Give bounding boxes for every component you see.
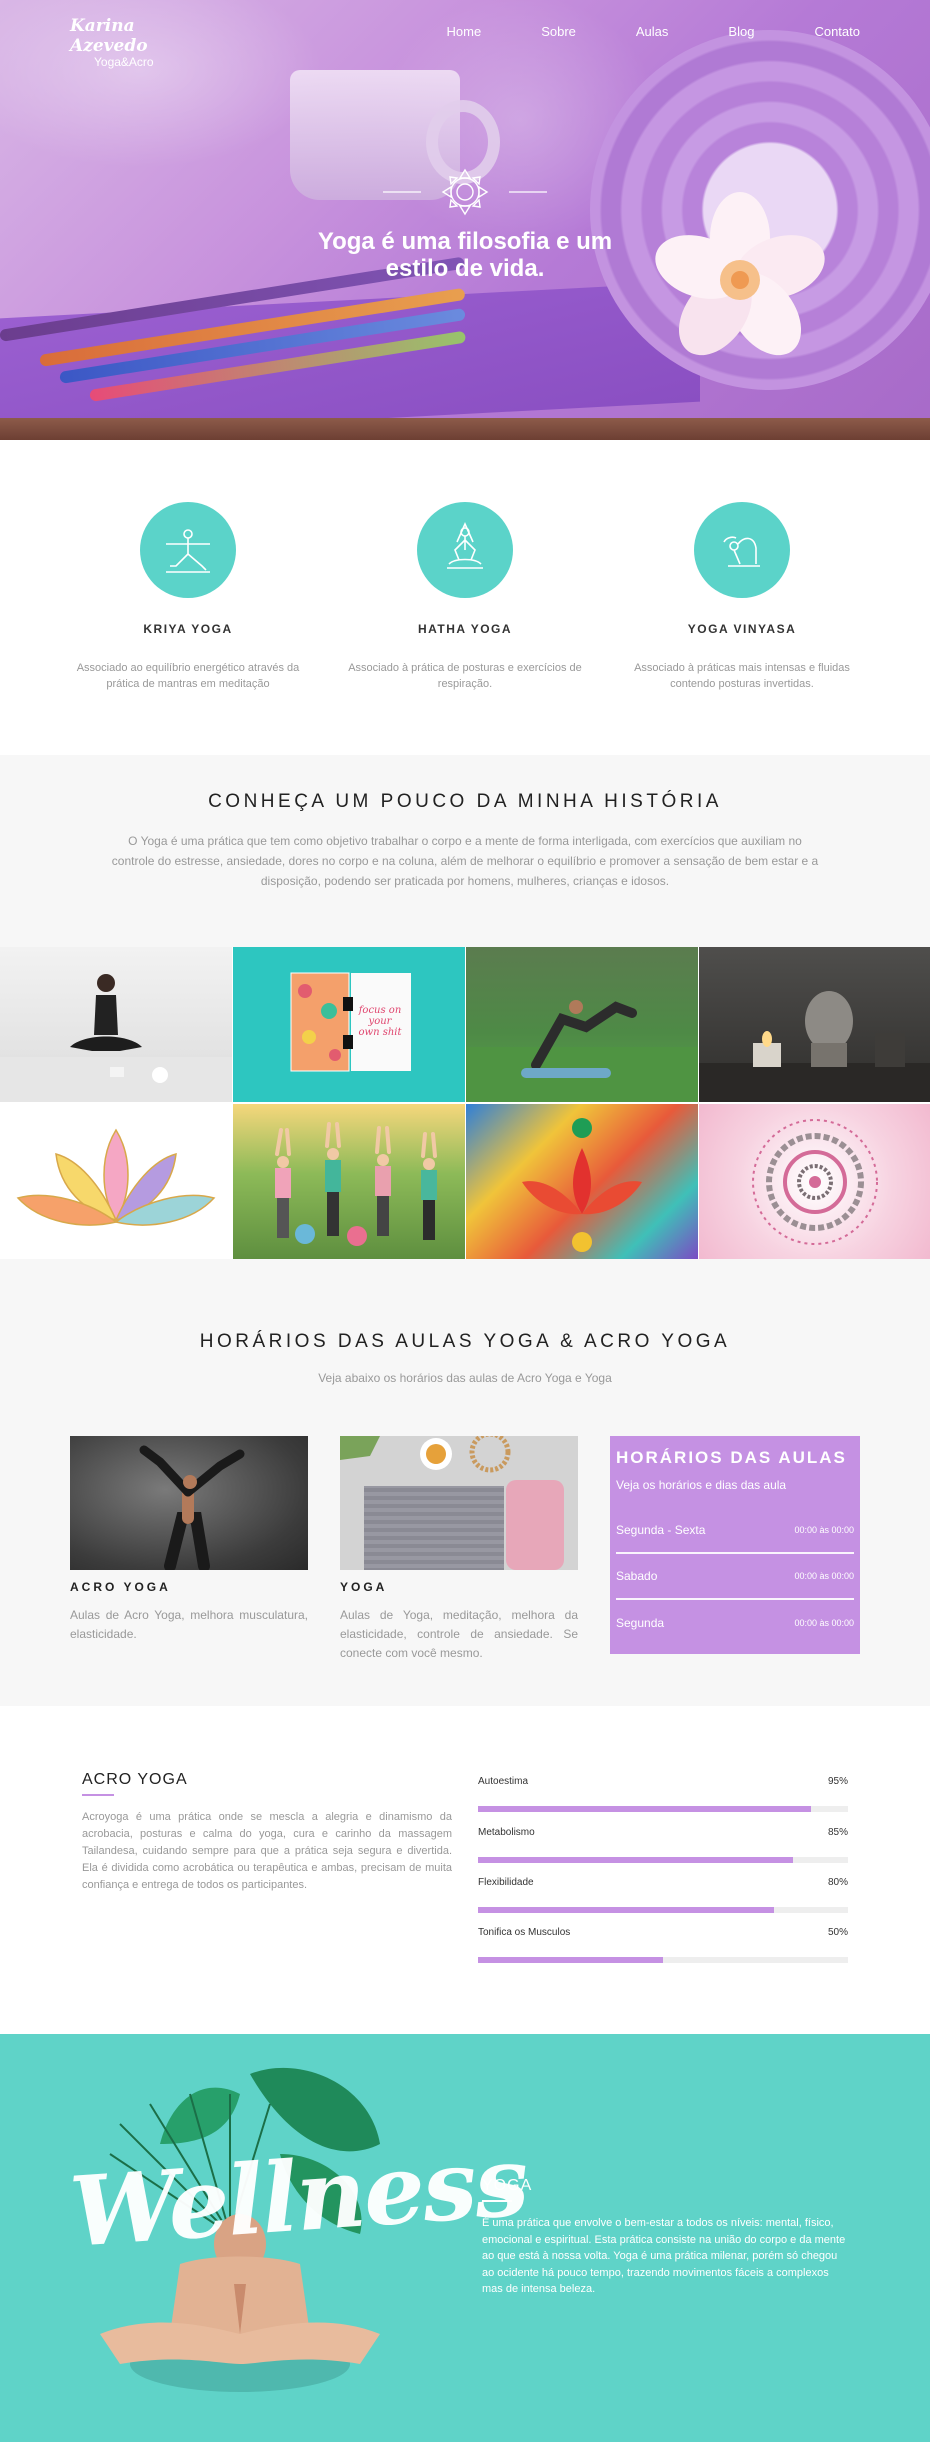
card-title: ACRO YOGA [70, 1580, 171, 1594]
nav-blog[interactable]: Blog [728, 24, 754, 39]
nav-aulas[interactable]: Aulas [636, 24, 669, 39]
forward-bend-icon [723, 536, 760, 567]
card-title: YOGA [340, 1580, 388, 1594]
skill-track [478, 1907, 848, 1913]
skill-label: Flexibilidade [478, 1877, 534, 1888]
hours-time: 00:00 às 00:00 [794, 1525, 854, 1535]
feature-circle [417, 502, 513, 598]
gallery-image-lotus-art[interactable] [0, 1104, 232, 1259]
acro-yoga-image [70, 1436, 308, 1570]
wellness-text: É uma prática que envolve o bem-estar a … [482, 2217, 846, 2295]
logo-script: Karina Azevedo [70, 16, 148, 56]
mandala-divider-icon [383, 168, 547, 216]
skill-track [478, 1857, 848, 1863]
history-text: O Yoga é uma prática que tem como objeti… [111, 834, 819, 888]
skill-fill [478, 1907, 774, 1913]
features-section: KRIYA YOGA Associado ao equilíbrio energ… [0, 440, 930, 755]
hero-banner: Karina Azevedo Yoga&Acro Home Sobre Aula… [0, 0, 930, 440]
hours-subtitle: Veja os horários e dias das aula [616, 1478, 787, 1492]
warrior-pose-icon [166, 529, 210, 573]
wooden-floor [0, 418, 930, 440]
site-logo[interactable]: Karina Azevedo Yoga&Acro [70, 16, 190, 69]
gallery-image-acroyoga-park[interactable] [466, 947, 698, 1102]
feature-circle [140, 502, 236, 598]
nav-sobre[interactable]: Sobre [541, 24, 576, 39]
nav-contato[interactable]: Contato [814, 24, 860, 39]
history-title: CONHEÇA UM POUCO DA MINHA HISTÓRIA [208, 791, 722, 812]
skill-percent: 85% [827, 1827, 848, 1838]
feature-circle [694, 502, 790, 598]
skill-label: Autoestima [478, 1776, 529, 1787]
schedule-section: HORÁRIOS DAS AULAS YOGA & ACRO YOGA Veja… [0, 1259, 930, 1706]
class-card-acro[interactable]: ACRO YOGA Aulas de Acro Yoga, melhora mu… [70, 1436, 308, 1644]
feature-description: Associado à práticas mais intensas e flu… [634, 662, 850, 690]
notebook-text: focus on your own shit [358, 1005, 402, 1038]
card-description: Aulas de Yoga, meditação, melhora da ela… [340, 1608, 578, 1660]
acro-title: ACRO YOGA [82, 1771, 188, 1788]
wellness-title: YOGA [482, 2177, 533, 2194]
plumeria-flower-image [655, 192, 825, 356]
feature-hatha: HATHA YOGA Associado à prática de postur… [345, 502, 585, 692]
hours-day: Segunda - Sexta [616, 1523, 706, 1537]
hours-day: Sabado [616, 1569, 658, 1583]
hours-row: Segunda - Sexta 00:00 às 00:00 [616, 1508, 854, 1554]
hours-time: 00:00 às 00:00 [794, 1571, 854, 1581]
skill-label: Tonifica os Musculos [478, 1927, 571, 1938]
skill-fill [478, 1806, 811, 1812]
schedule-title: HORÁRIOS DAS AULAS YOGA & ACRO YOGA [199, 1331, 731, 1352]
skill-track [478, 1957, 848, 1963]
class-hours-panel: HORÁRIOS DAS AULAS Veja os horários e di… [610, 1436, 860, 1654]
skill-percent: 50% [827, 1927, 848, 1938]
skill-fill [478, 1857, 793, 1863]
feature-title: YOGA VINYASA [687, 622, 797, 636]
skill-bar-tonifica: Tonifica os Musculos 50% [478, 1927, 848, 1963]
gallery-image-buddha[interactable] [699, 947, 930, 1102]
photo-gallery: focus on your own shit [0, 947, 930, 1259]
history-section: CONHEÇA UM POUCO DA MINHA HISTÓRIA O Yog… [0, 755, 930, 947]
nav-home[interactable]: Home [447, 24, 482, 39]
hours-row: Sabado 00:00 às 00:00 [616, 1554, 854, 1600]
skill-bar-metabolismo: Metabolismo 85% [478, 1827, 848, 1863]
feature-description: Associado à prática de posturas e exercí… [348, 662, 582, 690]
skill-label: Metabolismo [478, 1827, 535, 1838]
feature-vinyasa: YOGA VINYASA Associado à práticas mais i… [622, 502, 862, 692]
main-nav: Home Sobre Aulas Blog Contato [387, 24, 861, 39]
class-card-yoga[interactable]: YOGA Aulas de Yoga, meditação, melhora d… [340, 1436, 578, 1663]
lotus-meditation-icon [447, 522, 483, 569]
title-underline [82, 1794, 114, 1796]
gallery-image-mandala[interactable] [699, 1104, 930, 1259]
hours-day: Segunda [616, 1616, 665, 1630]
feature-kriya: KRIYA YOGA Associado ao equilíbrio energ… [68, 502, 308, 692]
feature-title: KRIYA YOGA [143, 622, 233, 636]
title-underline [482, 2200, 512, 2202]
skill-track [478, 1806, 848, 1812]
skill-fill [478, 1957, 663, 1963]
card-description: Aulas de Acro Yoga, melhora musculatura,… [70, 1608, 308, 1641]
skill-percent: 95% [827, 1776, 848, 1787]
acro-text: Acroyoga é uma prática onde se mescla a … [82, 1811, 452, 1891]
hours-time: 00:00 às 00:00 [794, 1618, 854, 1628]
gallery-image-notebook[interactable]: focus on your own shit [233, 947, 465, 1102]
feature-title: HATHA YOGA [417, 622, 513, 636]
skill-percent: 80% [827, 1877, 848, 1888]
feature-description: Associado ao equilíbrio energético atrav… [76, 662, 300, 690]
gallery-image-group-class[interactable] [233, 1104, 465, 1259]
yoga-mat-flatlay-image [340, 1436, 578, 1570]
skill-bar-autoestima: Autoestima 95% [478, 1776, 848, 1812]
gallery-image-meditation[interactable] [0, 947, 232, 1102]
hours-title: HORÁRIOS DAS AULAS [616, 1448, 847, 1467]
hero-title: Yoga é uma filosofia e um estilo de vida… [317, 228, 613, 282]
wellness-section: Wellness YOGA É uma prática que envolve … [0, 2034, 930, 2442]
gallery-image-chakra-painting[interactable] [466, 1104, 698, 1259]
logo-subtitle: Yoga&Acro [94, 55, 154, 69]
hours-row: Segunda 00:00 às 00:00 [616, 1600, 854, 1646]
skill-bar-flexibilidade: Flexibilidade 80% [478, 1877, 848, 1913]
acro-yoga-section: ACRO YOGA Acroyoga é uma prática onde se… [0, 1706, 930, 2034]
schedule-subtitle: Veja abaixo os horários das aulas de Acr… [318, 1371, 612, 1385]
